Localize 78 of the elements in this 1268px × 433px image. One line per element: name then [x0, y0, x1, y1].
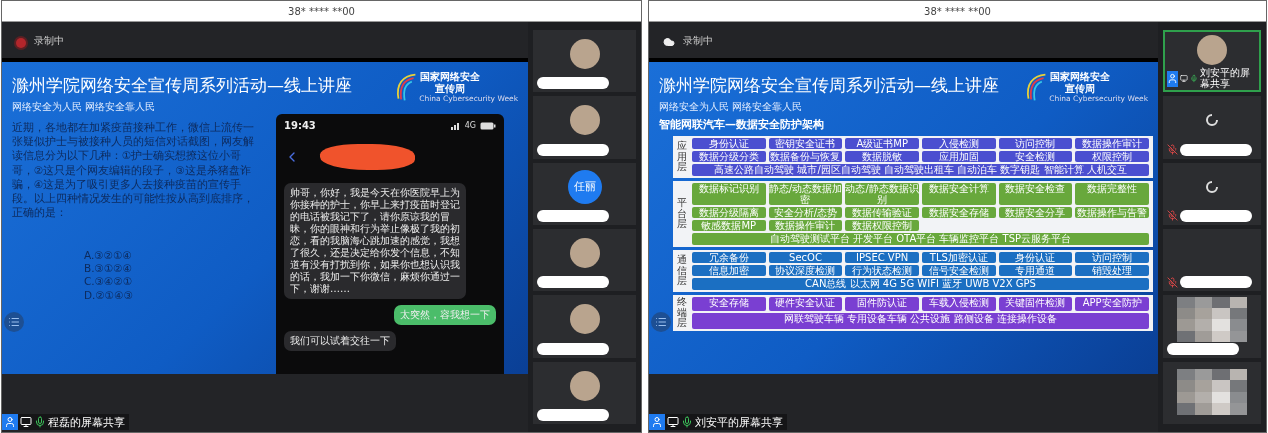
diagram-chip: 硬件安全认证 [768, 297, 843, 312]
participant-tile[interactable]: 任丽 [533, 162, 636, 225]
slide-title: 滁州学院网络安全宣传周系列活动—线上讲座 [659, 74, 999, 97]
diagram-chip: APP安全防护 [1075, 297, 1149, 312]
logo-title: 国家网络安全宣传周 [419, 71, 482, 94]
diagram-bar: 网联驾驶车辆 专用设备车辆 公共设施 路侧设备 连接操作设备 [692, 313, 1149, 329]
diagram-chip: 数据安全计算 [922, 183, 996, 205]
answer-option: B.③①②④ [84, 262, 262, 276]
diagram-chip: 协议深度检测 [768, 265, 843, 276]
answer-option: C.③④②① [84, 275, 262, 289]
diagram-chip: 信息加密 [692, 265, 766, 276]
diagram-chip: 访问控制 [998, 138, 1073, 149]
diagram-chip: 数据分级隔离 [692, 207, 766, 218]
screen-share-label: 刘安平的屏幕共享 [695, 414, 783, 430]
diagram-chip: 专用通道 [998, 265, 1073, 276]
diagram-chip: 数据安全检查 [998, 183, 1073, 205]
diagram-chip: 数据操作与告警 [1075, 207, 1149, 218]
diagram-heading: 智能网联汽车—数据安全防护架构 [659, 117, 825, 132]
diagram-chip: 安全分析/态势 [768, 207, 843, 218]
diagram-chip: 应用加固 [922, 151, 996, 162]
diagram-chip: 安全检测 [998, 151, 1073, 162]
diagram-chip: 数据完整性 [1075, 183, 1149, 205]
diagram-chip: 动态/静态数据识别 [845, 183, 919, 205]
layer-label: 应用层 [677, 139, 688, 175]
layer-label: 通信层 [677, 253, 688, 289]
diagram-chip: 信号安全检测 [922, 265, 996, 276]
participant-tile[interactable]: 刘安平的屏幕共享 [1163, 30, 1261, 93]
diagram-chip: 身份认证 [692, 138, 766, 149]
diagram-chip: 冗余备份 [692, 252, 766, 263]
layer-label: 终端层 [677, 297, 688, 329]
recording-label: 录制中 [34, 34, 64, 48]
diagram-chip: 数据操作审计 [768, 220, 843, 231]
diagram-chip: 数据传输验证 [845, 207, 919, 218]
layer-label: 平台层 [677, 196, 688, 232]
slide-subtitle: 网络安全为人民 网络安全靠人民 [12, 100, 157, 114]
answer-option: A.③②①④ [84, 249, 262, 263]
diagram-chip: 密钥安全证书 [768, 138, 843, 149]
screen-share-label: 程磊的屏幕共享 [48, 414, 125, 430]
logo-title: 国家网络安全宣传周 [1049, 71, 1112, 94]
question-text: 近期，各地都在加紧疫苗接种工作，微信上流传一张疑似护士与被接种人员的短信对话截图，网友解读信息分为以下几种：①护士确实想撩这位小哥哥，②这只是个网友编辑的段子，③这是杀猪盘诈骗，④这是为了吸引更多人去接种疫苗的宣传手段。以上四种情况发生的可能性按从高到底排序，正确的是： [12, 120, 255, 220]
diagram-chip: 敏感数据MP [692, 220, 766, 231]
message-bubble: 太突然，容我想一下 [394, 305, 496, 325]
diagram-chip: 固件防认证 [845, 297, 919, 312]
diagram-chip: 关键固件检测 [998, 297, 1073, 312]
diagram-chip: 销毁处理 [1075, 265, 1149, 276]
diagram-chip: 行为状态检测 [845, 265, 919, 276]
diagram-chip: 数据权限控制 [845, 220, 919, 231]
diagram-chip: 车载入侵检测 [922, 297, 996, 312]
avatar-initials: 任丽 [567, 169, 602, 204]
diagram-bar: 自动驾驶测试平台 开发平台 OTA平台 车辆监控平台 TSP云服务平台 [692, 233, 1149, 245]
diagram-chip: 数据安全分享 [998, 207, 1073, 218]
message-bubble: 帅哥，你好，我是今天在你医院早上为你接种的护士，你早上来打疫苗时登记的电话被我记下了，请你原谅我的冒昧，你的眼神和行为举止像极了我的初恋，看的我脑海心跳加速的感觉，我想了很久，还是决定给你发个信息，不知道有没有打扰到你，如果你也想认识我的话，我加一下你微信，麻烦你通过一下，谢谢…… [284, 183, 466, 299]
message-bubble: 我们可以试着交往一下 [284, 331, 396, 351]
network-label: 4G [464, 121, 476, 130]
diagram-bar: CAN总线 以太网 4G 5G WIFI 蓝牙 UWB V2X GPS [692, 278, 1149, 290]
phone-time: 19:43 [284, 120, 316, 131]
diagram-chip: 身份认证 [998, 252, 1073, 263]
diagram-chip: TLS加密认证 [922, 252, 996, 263]
diagram-chip: 数据操作审计 [1075, 138, 1149, 149]
diagram-chip: 安全存储 [692, 297, 766, 312]
diagram-chip: 访问控制 [1075, 252, 1149, 263]
diagram-chip: 数据脱敏 [845, 151, 919, 162]
diagram-bar: 高速公路自动驾驶 城市/园区自动驾驶 自动驾驶出租车 自动泊车 数字钥匙 智能计算 人机交互 [692, 164, 1149, 176]
diagram-chip: 数据标记识别 [692, 183, 766, 205]
participant-name: 刘安平的屏幕共享 [1200, 68, 1252, 90]
diagram-chip: 数据备份与恢复 [768, 151, 843, 162]
diagram-chip: 数据分级分类 [692, 151, 766, 162]
answer-option: D.②①④③ [84, 288, 262, 302]
diagram-chip: 数据安全存储 [922, 207, 996, 218]
diagram-chip: A级证书MP [845, 138, 919, 149]
recording-label: 录制中 [683, 34, 713, 48]
diagram-chip: SecOC [768, 252, 843, 263]
diagram-chip: IPSEC VPN [845, 252, 919, 263]
slide-subtitle: 网络安全为人民 网络安全靠人民 [659, 100, 804, 114]
slide-title: 滁州学院网络安全宣传周系列活动—线上讲座 [12, 74, 352, 97]
diagram-chip: 静态/动态数据加密 [768, 183, 843, 205]
diagram-chip: 权限控制 [1075, 151, 1149, 162]
diagram-chip: 入侵检测 [922, 138, 996, 149]
